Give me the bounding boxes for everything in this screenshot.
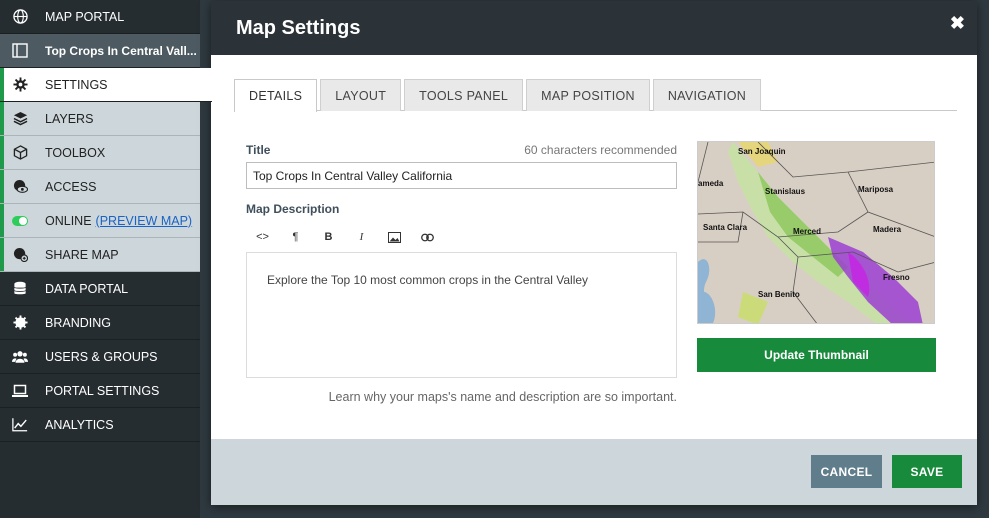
nav-online-label: ONLINE bbox=[45, 213, 92, 228]
nav-settings[interactable]: SETTINGS bbox=[0, 68, 212, 102]
link-button[interactable] bbox=[411, 227, 444, 247]
database-icon bbox=[12, 281, 28, 297]
learn-why-text: Learn why your maps's name and descripti… bbox=[328, 390, 677, 404]
gear-icon bbox=[12, 77, 28, 93]
modal-footer: CANCEL SAVE bbox=[211, 439, 977, 505]
nav-data-portal-label: DATA PORTAL bbox=[45, 281, 129, 296]
description-text: Explore the Top 10 most common crops in … bbox=[267, 273, 589, 287]
layers-icon bbox=[12, 111, 28, 127]
sidebar: MAP PORTAL Top Crops In Central Vall... … bbox=[0, 0, 212, 518]
nav-current-map[interactable]: Top Crops In Central Vall... bbox=[0, 34, 200, 68]
nav-share-map-label: SHARE MAP bbox=[45, 247, 119, 262]
nav-users-groups[interactable]: USERS & GROUPS bbox=[0, 340, 200, 374]
globe-icon bbox=[12, 9, 28, 25]
badge-icon bbox=[12, 315, 28, 331]
editor-toolbar: <> ¶ B I bbox=[246, 227, 444, 247]
thumb-label-stanislaus: Stanislaus bbox=[765, 187, 806, 196]
nav-users-groups-label: USERS & GROUPS bbox=[45, 349, 158, 364]
nav-current-map-label: Top Crops In Central Vall... bbox=[45, 43, 197, 58]
bold-button[interactable]: B bbox=[312, 227, 345, 247]
nav-layers-label: LAYERS bbox=[45, 111, 94, 126]
tab-details[interactable]: DETAILS bbox=[234, 79, 318, 112]
link-icon bbox=[421, 233, 434, 241]
thumb-label-alameda: ameda bbox=[698, 179, 724, 188]
title-hint: 60 characters recommended bbox=[524, 143, 677, 157]
tab-tools-panel[interactable]: TOOLS PANEL bbox=[404, 79, 524, 111]
toggle-on-icon[interactable] bbox=[12, 213, 28, 229]
nav-share-map[interactable]: SHARE MAP bbox=[0, 238, 200, 272]
nav-online[interactable]: ONLINE (PREVIEW MAP) bbox=[0, 204, 200, 238]
eye-globe-icon bbox=[12, 179, 28, 195]
thumb-label-madera: Madera bbox=[873, 225, 902, 234]
cube-icon bbox=[12, 145, 28, 161]
title-input[interactable] bbox=[246, 162, 677, 189]
nav-layers[interactable]: LAYERS bbox=[0, 102, 200, 136]
image-button[interactable] bbox=[378, 227, 411, 247]
share-globe-icon bbox=[12, 247, 28, 263]
nav-map-portal[interactable]: MAP PORTAL bbox=[0, 0, 200, 34]
nav-toolbox-label: TOOLBOX bbox=[45, 145, 106, 160]
nav-access[interactable]: ACCESS bbox=[0, 170, 200, 204]
modal-title: Map Settings bbox=[236, 16, 361, 39]
users-icon bbox=[12, 349, 28, 365]
thumb-label-san-joaquin: San Joaquin bbox=[738, 147, 786, 156]
nav-map-portal-label: MAP PORTAL bbox=[45, 9, 125, 24]
map-settings-modal: Map Settings ✖ DETAILS LAYOUT TOOLS PANE… bbox=[211, 1, 977, 505]
modal-header: Map Settings bbox=[211, 1, 977, 55]
settings-tabs: DETAILS LAYOUT TOOLS PANEL MAP POSITION … bbox=[234, 79, 957, 112]
paragraph-button[interactable]: ¶ bbox=[279, 227, 312, 247]
line-chart-icon bbox=[12, 417, 28, 433]
nav-analytics-label: ANALYTICS bbox=[45, 417, 114, 432]
nav-toolbox[interactable]: TOOLBOX bbox=[0, 136, 200, 170]
tab-navigation[interactable]: NAVIGATION bbox=[652, 79, 762, 111]
nav-branding-label: BRANDING bbox=[45, 315, 111, 330]
thumb-label-santa-clara: Santa Clara bbox=[703, 223, 748, 232]
description-editor[interactable]: Explore the Top 10 most common crops in … bbox=[246, 252, 677, 378]
thumb-label-merced: Merced bbox=[793, 227, 821, 236]
thumb-label-san-benito: San Benito bbox=[758, 290, 800, 299]
tab-layout[interactable]: LAYOUT bbox=[320, 79, 402, 111]
tab-map-position[interactable]: MAP POSITION bbox=[526, 79, 650, 111]
nav-portal-settings-label: PORTAL SETTINGS bbox=[45, 383, 160, 398]
code-view-button[interactable]: <> bbox=[246, 227, 279, 247]
title-label: Title bbox=[246, 143, 271, 157]
nav-settings-label: SETTINGS bbox=[45, 77, 108, 92]
nav-access-label: ACCESS bbox=[45, 179, 97, 194]
nav-branding[interactable]: BRANDING bbox=[0, 306, 200, 340]
image-icon bbox=[388, 231, 401, 243]
nav-analytics[interactable]: ANALYTICS bbox=[0, 408, 200, 442]
panel-icon bbox=[12, 43, 28, 59]
map-thumbnail: San Joaquin ameda Stanislaus Mariposa Sa… bbox=[697, 141, 935, 324]
save-button[interactable]: SAVE bbox=[892, 455, 962, 488]
thumb-label-fresno: Fresno bbox=[883, 273, 910, 282]
nav-data-portal[interactable]: DATA PORTAL bbox=[0, 272, 200, 306]
cancel-button[interactable]: CANCEL bbox=[811, 455, 882, 488]
thumb-label-mariposa: Mariposa bbox=[858, 185, 894, 194]
preview-map-link[interactable]: (PREVIEW MAP) bbox=[96, 214, 193, 228]
laptop-icon bbox=[12, 383, 28, 399]
description-label: Map Description bbox=[246, 202, 340, 216]
italic-button[interactable]: I bbox=[345, 227, 378, 247]
update-thumbnail-button[interactable]: Update Thumbnail bbox=[697, 338, 936, 372]
nav-portal-settings[interactable]: PORTAL SETTINGS bbox=[0, 374, 200, 408]
close-icon[interactable]: ✖ bbox=[950, 13, 965, 34]
